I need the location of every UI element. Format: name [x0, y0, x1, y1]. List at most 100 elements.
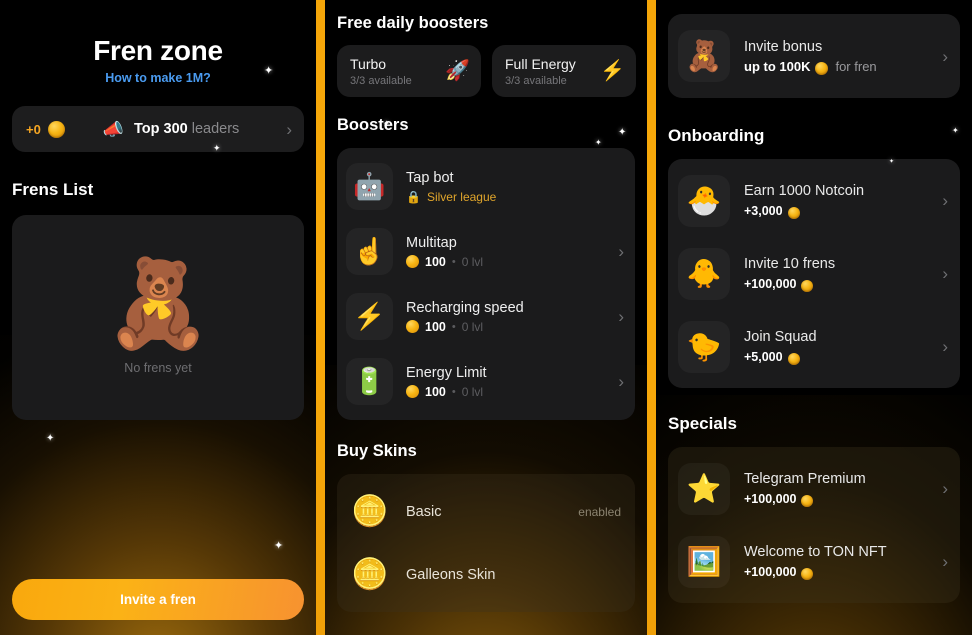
boosters-list: 🤖 Tap bot 🔒 Silver league ☝️ Multitap 10… — [337, 148, 635, 420]
invite-a-fren-button[interactable]: Invite a fren — [12, 579, 304, 620]
battery-icon: 🔋 — [346, 358, 393, 405]
daily-booster-turbo[interactable]: Turbo 3/3 available 🚀 — [337, 45, 481, 97]
invite-bonus-subtitle: up to 100K for fren — [744, 58, 942, 75]
chevron-right-icon[interactable]: › — [618, 243, 624, 260]
coin-icon — [801, 568, 814, 580]
boosters-panel: Free daily boosters Turbo 3/3 available … — [325, 0, 647, 635]
task-reward-amount: +100,000 — [744, 492, 797, 506]
how-to-make-1m-link[interactable]: How to make 1M? — [0, 71, 316, 85]
task-name: Telegram Premium — [744, 471, 866, 487]
leaders-rank: Top 300 — [134, 121, 188, 137]
panel-divider-left — [316, 0, 325, 635]
task-reward-amount: +100,000 — [744, 277, 797, 291]
booster-name: Multitap — [406, 234, 457, 251]
skin-name: Basic — [406, 503, 442, 520]
chevron-right-icon[interactable]: › — [942, 553, 948, 570]
task-row-earn-1000-notcoin[interactable]: 🐣 Earn 1000 Notcoin +3,000 › — [668, 164, 960, 237]
hatching-chick-icon: 🐣 — [678, 174, 730, 227]
booster-name: Energy Limit — [406, 364, 487, 381]
buy-skins-heading: Buy Skins — [337, 442, 417, 460]
task-reward: +100,000 — [744, 492, 942, 507]
coin-icon — [801, 280, 814, 292]
booster-row-multitap[interactable]: ☝️ Multitap 100 • 0 lvl › — [337, 219, 635, 284]
sparkle-icon: ✦ — [274, 540, 284, 552]
chevron-right-icon[interactable]: › — [942, 192, 948, 209]
megaphone-icon: 📣 — [102, 119, 124, 139]
coin-icon — [801, 495, 814, 507]
booster-row-recharging-speed[interactable]: ⚡ Recharging speed 100 • 0 lvl › — [337, 284, 635, 349]
task-reward: +100,000 — [744, 277, 942, 292]
booster-price: 100 — [425, 319, 446, 334]
coin-icon — [406, 385, 419, 398]
boosters-heading: Boosters — [337, 116, 409, 134]
daily-booster-available: 3/3 available — [505, 74, 567, 87]
booster-name: Recharging speed — [406, 299, 524, 316]
onboarding-list: 🐣 Earn 1000 Notcoin +3,000 › 🐥 Invite 10… — [668, 159, 960, 388]
coin-icon — [787, 207, 800, 219]
skins-list: 🪙 Basic enabled 🪙 Galleons Skin — [337, 474, 635, 612]
chevron-right-icon[interactable]: › — [618, 373, 624, 390]
chevron-right-icon[interactable]: › — [286, 121, 292, 138]
fren-zone-panel: Fren zone How to make 1M? +0 📣 Top 300 l… — [0, 0, 316, 635]
sparkle-icon: ✦ — [595, 138, 602, 147]
chevron-right-icon[interactable]: › — [618, 308, 624, 325]
leaders-label: Top 300 leaders — [134, 121, 239, 137]
booster-level: 0 lvl — [461, 384, 484, 399]
teddy-bear-icon: 🧸 — [104, 255, 212, 352]
booster-meta: 100 • 0 lvl — [406, 255, 618, 269]
task-reward-amount: +5,000 — [744, 350, 783, 364]
chevron-right-icon[interactable]: › — [942, 48, 948, 65]
pointing-up-icon: ☝️ — [346, 228, 393, 275]
baby-chick-icon: 🐥 — [678, 247, 730, 300]
daily-booster-name: Turbo — [350, 55, 387, 72]
onboarding-heading: Onboarding — [668, 126, 765, 145]
task-reward-amount: +3,000 — [744, 204, 783, 218]
task-row-welcome-to-ton-nft[interactable]: 🖼️ Welcome to TON NFT +100,000 › — [668, 525, 960, 598]
booster-meta: 100 • 0 lvl — [406, 320, 618, 334]
leaders-plus-amount: +0 — [26, 121, 41, 137]
invite-bonus-card[interactable]: 🧸 Invite bonus up to 100K for fren › — [668, 14, 960, 98]
booster-level: 0 lvl — [461, 319, 484, 334]
task-row-telegram-premium[interactable]: ⭐ Telegram Premium +100,000 › — [668, 452, 960, 525]
daily-booster-available: 3/3 available — [350, 74, 412, 87]
task-reward: +100,000 — [744, 565, 942, 580]
robot-icon: 🤖 — [346, 163, 393, 210]
lightning-icon: ⚡ — [346, 293, 393, 340]
sparkle-icon: ✦ — [46, 433, 55, 444]
booster-price: 100 — [425, 384, 446, 399]
meta-separator: • — [451, 320, 456, 333]
specials-list: ⭐ Telegram Premium +100,000 › 🖼️ Welcome… — [668, 447, 960, 603]
meta-separator: • — [451, 385, 456, 398]
booster-row-tap-bot[interactable]: 🤖 Tap bot 🔒 Silver league — [337, 154, 635, 219]
booster-row-energy-limit[interactable]: 🔋 Energy Limit 100 • 0 lvl › — [337, 349, 635, 414]
coin-icon — [815, 61, 829, 75]
lightning-icon: ⚡ — [600, 60, 625, 82]
chevron-right-icon[interactable]: › — [942, 480, 948, 497]
booster-level: 0 lvl — [461, 254, 484, 269]
front-facing-chick-icon: 🐤 — [678, 320, 730, 373]
coin-icon — [406, 320, 419, 333]
daily-booster-full-energy[interactable]: Full Energy 3/3 available ⚡ — [492, 45, 636, 97]
task-name: Welcome to TON NFT — [744, 544, 887, 560]
chevron-right-icon[interactable]: › — [942, 338, 948, 355]
skin-row-basic[interactable]: 🪙 Basic enabled — [337, 480, 635, 543]
framed-picture-icon: 🖼️ — [678, 535, 730, 588]
booster-meta: 100 • 0 lvl — [406, 385, 618, 399]
lock-icon: 🔒 — [406, 189, 421, 204]
coin-icon — [406, 255, 419, 268]
skin-name: Galleons Skin — [406, 566, 496, 583]
leaders-suffix: leaders — [191, 121, 240, 137]
frens-empty-state: 🧸 No frens yet — [12, 215, 304, 420]
chevron-right-icon[interactable]: › — [942, 265, 948, 282]
task-reward-amount: +100,000 — [744, 565, 797, 579]
meta-separator: • — [451, 255, 456, 268]
invite-bonus-suffix: for fren — [835, 58, 877, 74]
app-screenshot: Fren zone How to make 1M? +0 📣 Top 300 l… — [0, 0, 972, 635]
task-row-invite-10-frens[interactable]: 🐥 Invite 10 frens +100,000 › — [668, 237, 960, 310]
booster-lock-status: 🔒 Silver league — [406, 190, 624, 204]
skin-row-galleons[interactable]: 🪙 Galleons Skin — [337, 543, 635, 606]
daily-booster-name: Full Energy — [505, 55, 576, 72]
task-row-join-squad[interactable]: 🐤 Join Squad +5,000 › — [668, 310, 960, 383]
top-leaders-card[interactable]: +0 📣 Top 300 leaders › — [12, 106, 304, 152]
frens-list-heading: Frens List — [12, 180, 94, 199]
